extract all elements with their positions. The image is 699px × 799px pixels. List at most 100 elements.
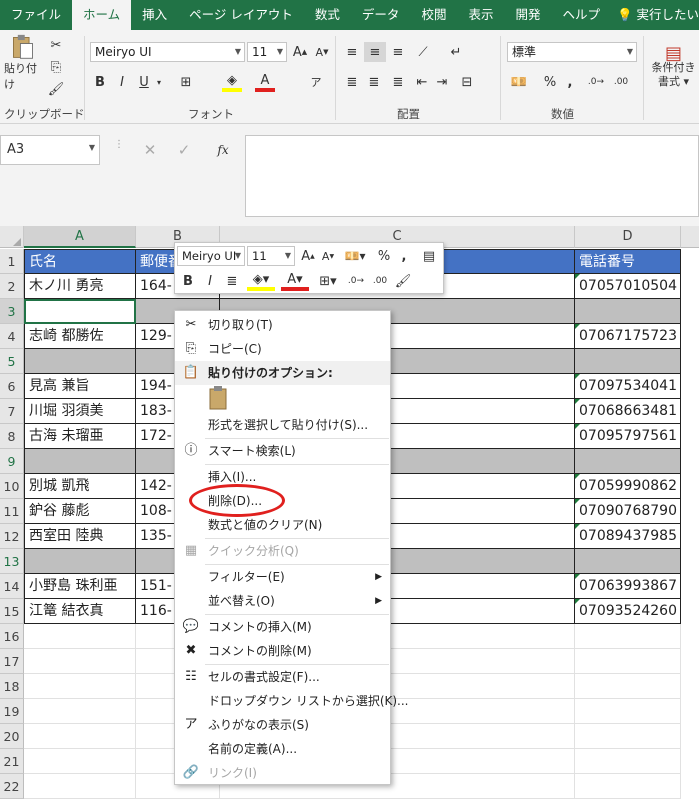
row-header[interactable]: 16 xyxy=(0,624,24,649)
empty-cell[interactable] xyxy=(575,674,681,699)
copy-icon[interactable]: ⎘ xyxy=(46,58,66,76)
comma-icon[interactable]: , xyxy=(397,246,411,266)
cell-a8[interactable]: 古海 未瑠亜 xyxy=(24,424,136,449)
tab-data[interactable]: データ xyxy=(351,0,411,30)
decrease-font-icon[interactable]: A ▼ xyxy=(312,42,332,62)
menu-item-clear-contents[interactable]: 数式と値のクリア(N) xyxy=(175,513,390,537)
empty-cell[interactable] xyxy=(24,749,136,774)
percent-icon[interactable]: % xyxy=(540,72,560,92)
row-header[interactable]: 9 xyxy=(0,449,24,474)
cell-a1[interactable]: 氏名 xyxy=(24,249,136,274)
cell-d7[interactable]: 07068663481 xyxy=(575,399,681,424)
cell-d14[interactable]: 07063993867 xyxy=(575,574,681,599)
tab-developer[interactable]: 開発 xyxy=(504,0,551,30)
cell-d1[interactable]: 電話番号 xyxy=(575,249,681,274)
row-header[interactable]: 11 xyxy=(0,499,24,524)
decrease-font-icon[interactable]: A ▼ xyxy=(319,246,337,266)
bold-button[interactable]: B xyxy=(90,72,110,92)
cell-d10[interactable]: 07059990862 xyxy=(575,474,681,499)
row-header[interactable]: 13 xyxy=(0,549,24,574)
cell-a6[interactable]: 見高 兼旨 xyxy=(24,374,136,399)
row-header[interactable]: 20 xyxy=(0,724,24,749)
row-header[interactable]: 14 xyxy=(0,574,24,599)
align-bottom-icon[interactable]: ≡ xyxy=(388,42,408,62)
italic-button[interactable]: I xyxy=(112,72,132,92)
menu-item-delete-comment[interactable]: ✖ コメントの削除(M) xyxy=(175,639,390,663)
menu-item-delete[interactable]: 削除(D)... xyxy=(175,489,390,513)
underline-dropdown-icon[interactable]: ▾ xyxy=(154,72,164,92)
mini-size-select[interactable]: 11 ▼ xyxy=(247,246,295,266)
empty-cell[interactable] xyxy=(24,774,136,799)
column-header-a[interactable]: A xyxy=(24,226,136,248)
tab-page-layout[interactable]: ページ レイアウト xyxy=(178,0,304,30)
cell-a10[interactable]: 別城 凱飛 xyxy=(24,474,136,499)
menu-item-define-name[interactable]: 名前の定義(A)... xyxy=(175,737,390,761)
cell-d11[interactable]: 07090768790 xyxy=(575,499,681,524)
cell-d9[interactable] xyxy=(575,449,681,474)
menu-item-paste-special[interactable]: 形式を選択して貼り付け(S)... xyxy=(175,413,390,437)
cell-a13[interactable] xyxy=(24,549,136,574)
menu-item-pick-from-list[interactable]: ドロップダウン リストから選択(K)... xyxy=(175,689,409,713)
merge-icon[interactable]: ⊟ xyxy=(454,72,480,92)
row-header[interactable]: 22 xyxy=(0,774,24,799)
name-box[interactable]: A3 ▼ xyxy=(0,135,100,165)
border-icon[interactable]: ⊞▾ xyxy=(315,271,341,291)
cell-d12[interactable]: 07089437985 xyxy=(575,524,681,549)
row-header[interactable]: 2 xyxy=(0,274,24,299)
cell-d4[interactable]: 07067175723 xyxy=(575,324,681,349)
row-header[interactable]: 19 xyxy=(0,699,24,724)
menu-item-link[interactable]: 🔗 リンク(I) xyxy=(175,761,390,785)
percent-icon[interactable]: % xyxy=(375,246,393,266)
cell-d8[interactable]: 07095797561 xyxy=(575,424,681,449)
tab-help[interactable]: ヘルプ xyxy=(551,0,611,30)
tab-review[interactable]: 校閲 xyxy=(410,0,457,30)
row-header[interactable]: 6 xyxy=(0,374,24,399)
conditional-format-button[interactable]: ▤ 条件付き 書式 ▾ xyxy=(648,36,699,100)
empty-cell[interactable] xyxy=(24,674,136,699)
align-left-icon[interactable]: ≣ xyxy=(342,72,362,92)
menu-item-show-phonetic[interactable]: アふりがなの表示(S) xyxy=(175,713,390,737)
selected-cell-a3[interactable] xyxy=(24,299,136,324)
increase-font-icon[interactable]: A ▲ xyxy=(299,246,317,266)
mini-font-select[interactable]: Meiryo UI ▼ xyxy=(177,246,245,266)
tab-home[interactable]: ホーム xyxy=(72,0,132,30)
menu-item-format-cells[interactable]: ☷ セルの書式設定(F)... xyxy=(175,665,390,689)
confirm-entry-icon[interactable]: ✓ xyxy=(174,140,194,160)
menu-item-insert[interactable]: 挿入(I)... xyxy=(175,465,390,489)
row-header[interactable]: 12 xyxy=(0,524,24,549)
number-format-select[interactable]: 標準 ▼ xyxy=(507,42,637,62)
comma-icon[interactable]: , xyxy=(562,72,578,92)
fill-color-icon[interactable]: ◈ xyxy=(222,72,242,92)
format-painter-icon[interactable]: 🖌 xyxy=(393,271,413,291)
row-header[interactable]: 15 xyxy=(0,599,24,624)
tab-view[interactable]: 表示 xyxy=(457,0,504,30)
cell-a9[interactable] xyxy=(24,449,136,474)
cell-d6[interactable]: 07097534041 xyxy=(575,374,681,399)
empty-cell[interactable] xyxy=(575,649,681,674)
select-all-corner[interactable] xyxy=(0,226,24,248)
cell-a14[interactable]: 小野島 珠利亜 xyxy=(24,574,136,599)
menu-item-insert-comment[interactable]: 💬 コメントの挿入(M) xyxy=(175,615,390,639)
row-header[interactable]: 5 xyxy=(0,349,24,374)
empty-cell[interactable] xyxy=(575,699,681,724)
column-header-d[interactable]: D xyxy=(575,226,681,248)
tab-file[interactable]: ファイル xyxy=(0,0,72,30)
formula-bar-grip-icon[interactable]: ⋮ xyxy=(114,140,124,150)
increase-decimal-icon[interactable]: .0→ xyxy=(585,72,607,92)
decrease-decimal-icon[interactable]: .00 xyxy=(369,271,391,291)
font-color-icon[interactable]: A xyxy=(255,72,275,92)
increase-font-icon[interactable]: A ▲ xyxy=(290,42,310,62)
cell-d3[interactable] xyxy=(575,299,681,324)
row-header[interactable]: 7 xyxy=(0,399,24,424)
bold-button[interactable]: B xyxy=(179,271,197,291)
cell-d13[interactable] xyxy=(575,549,681,574)
tell-me-search[interactable]: 💡 実行したい作業を xyxy=(611,0,699,30)
cell-d2[interactable]: 07057010504 xyxy=(575,274,681,299)
cell-a2[interactable]: 木ノ川 勇亮 xyxy=(24,274,136,299)
tab-insert[interactable]: 挿入 xyxy=(131,0,178,30)
align-middle-icon[interactable]: ≡ xyxy=(364,42,386,62)
row-header[interactable]: 1 xyxy=(0,249,24,274)
indent-icon[interactable]: ⇥ xyxy=(432,72,452,92)
format-painter-icon[interactable]: 🖌 xyxy=(46,80,66,98)
cell-a7[interactable]: 川堀 羽須美 xyxy=(24,399,136,424)
